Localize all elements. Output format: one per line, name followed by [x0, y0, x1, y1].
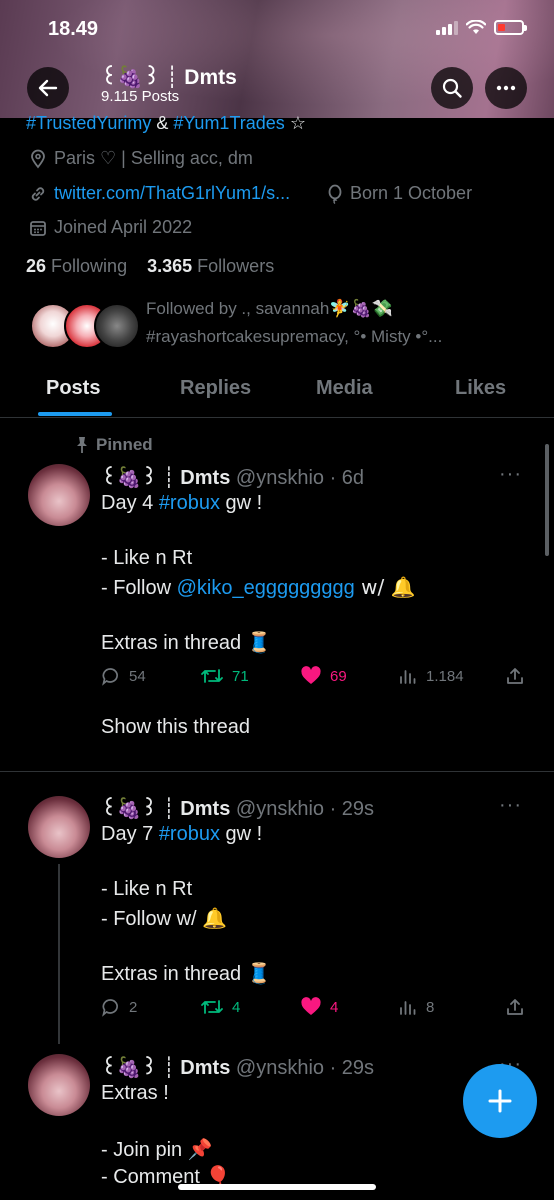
post-divider	[0, 771, 554, 772]
post-author-name[interactable]: ꒰🍇꒱ ┊ Dmts	[101, 1057, 230, 1079]
profile-website-link[interactable]: twitter.com/ThatG1rlYum1/s...	[54, 183, 290, 204]
repost-icon	[201, 1000, 223, 1014]
post-text-line: Extras in thread 🧵	[101, 632, 272, 654]
post-text-line: - Join pin 📌	[101, 1139, 213, 1161]
bio-hashtag-yum1trades[interactable]: #Yum1Trades	[173, 113, 284, 133]
post-text-line: Extras !	[101, 1082, 169, 1104]
reply-icon	[102, 668, 118, 686]
post-text-line: Extras in thread 🧵	[101, 963, 272, 985]
heart-filled-icon	[301, 666, 321, 684]
link-icon	[31, 186, 45, 201]
header-display-name: ꒰🍇꒱ ┊ Dmts	[101, 66, 237, 89]
show-thread-link[interactable]: Show this thread	[101, 716, 250, 739]
repost-button[interactable]: 71	[200, 666, 249, 686]
profile-tabs: Posts Replies Media Likes	[0, 366, 554, 418]
post-more-button[interactable]: ···	[499, 794, 522, 817]
tab-likes[interactable]: Likes	[455, 377, 506, 400]
compose-post-button[interactable]	[463, 1064, 537, 1138]
analytics-icon	[400, 1001, 416, 1015]
post-hashtag-robux[interactable]: #robux	[159, 823, 220, 845]
tab-posts[interactable]: Posts	[46, 377, 100, 400]
post-header: ꒰🍇꒱ ┊ Dmts @ynskhio · 29s	[101, 1053, 374, 1080]
avatar[interactable]	[28, 464, 90, 526]
post-author-name[interactable]: ꒰🍇꒱ ┊ Dmts	[101, 467, 230, 489]
post-text-line: - Follow @kiko_eggggggggg w/ 🔔	[101, 575, 416, 599]
post-text-line: - Follow w/ 🔔	[101, 908, 228, 930]
share-button[interactable]	[505, 666, 525, 686]
views-button[interactable]: 8	[398, 997, 434, 1017]
analytics-icon	[400, 670, 416, 684]
post-more-button[interactable]: ···	[499, 463, 522, 486]
post-text-line: Day 4 #robux gw !	[101, 492, 263, 514]
profile-joined: Joined April 2022	[28, 217, 192, 238]
share-icon	[507, 999, 523, 1015]
profile-bio: #TrustedYurimy & #Yum1Trades ☆	[26, 113, 306, 133]
calendar-icon	[30, 220, 46, 236]
pinned-indicator: Pinned	[74, 435, 153, 455]
reply-button[interactable]: 2	[101, 997, 137, 1017]
status-time: 18.49	[48, 18, 99, 40]
share-button[interactable]	[505, 997, 525, 1017]
search-icon	[442, 78, 462, 98]
pin-icon	[77, 437, 87, 453]
follow-stats: 26 Following 3.365 Followers	[26, 256, 274, 277]
follower-avatar	[94, 303, 140, 349]
plus-icon	[488, 1089, 512, 1113]
header-posts-count: 9.115 Posts	[101, 88, 180, 105]
views-button[interactable]: 1.184	[398, 666, 464, 686]
like-button[interactable]: 69	[300, 666, 347, 686]
post-hashtag-robux[interactable]: #robux	[159, 492, 220, 514]
reply-button[interactable]: 54	[101, 666, 146, 686]
post-handle-time: @ynskhio · 29s	[235, 1057, 375, 1079]
back-button[interactable]	[27, 67, 69, 109]
more-horizontal-icon	[496, 85, 516, 91]
balloon-icon	[328, 184, 342, 204]
profile-birthday: Born 1 October	[326, 183, 472, 204]
tab-media[interactable]: Media	[316, 377, 373, 400]
tab-replies[interactable]: Replies	[180, 377, 251, 400]
followed-by-line2[interactable]: #rayashortcakesupremacy, °• Misty •°...	[146, 327, 442, 347]
heart-filled-icon	[301, 997, 321, 1015]
post-handle-time: @ynskhio · 29s	[235, 798, 375, 820]
wifi-icon	[466, 20, 486, 34]
following-link[interactable]: 26 Following	[26, 256, 127, 276]
status-icons	[436, 20, 527, 35]
followers-link[interactable]: 3.365 Followers	[147, 256, 274, 276]
battery-icon	[494, 20, 527, 35]
repost-icon	[201, 669, 223, 683]
profile-link-row: twitter.com/ThatG1rlYum1/s...	[28, 183, 290, 204]
home-indicator[interactable]	[178, 1184, 376, 1190]
location-pin-icon	[31, 149, 45, 168]
cellular-signal-icon	[436, 20, 458, 35]
post-header: ꒰🍇꒱ ┊ Dmts @ynskhio · 29s	[101, 794, 374, 821]
like-button[interactable]: 4	[300, 997, 338, 1017]
active-tab-indicator	[38, 412, 112, 416]
post-text-line: - Like n Rt	[101, 878, 193, 900]
avatar[interactable]	[28, 1054, 90, 1116]
search-button[interactable]	[431, 67, 473, 109]
bio-hashtag-trustedyurimy[interactable]: #TrustedYurimy	[26, 113, 151, 133]
profile-location: Paris ♡ | Selling acc, dm	[28, 148, 253, 169]
scrollbar[interactable]	[545, 444, 549, 556]
post-text-line: Day 7 #robux gw !	[101, 823, 263, 845]
arrow-left-icon	[38, 79, 58, 97]
followed-by-avatars[interactable]	[30, 303, 140, 351]
avatar[interactable]	[28, 796, 90, 858]
post-text-line: - Like n Rt	[101, 547, 193, 569]
post-header: ꒰🍇꒱ ┊ Dmts @ynskhio · 6d	[101, 463, 364, 490]
more-options-button[interactable]	[485, 67, 527, 109]
share-icon	[507, 668, 523, 684]
post-author-name[interactable]: ꒰🍇꒱ ┊ Dmts	[101, 798, 230, 820]
post-mention[interactable]: @kiko_eggggggggg	[177, 577, 355, 599]
post-handle-time: @ynskhio · 6d	[235, 467, 365, 489]
reply-icon	[102, 999, 118, 1017]
repost-button[interactable]: 4	[200, 997, 240, 1017]
followed-by-line1[interactable]: Followed by ., savannah🧚🍇💸	[146, 299, 393, 319]
thread-connector-line	[58, 864, 60, 1044]
